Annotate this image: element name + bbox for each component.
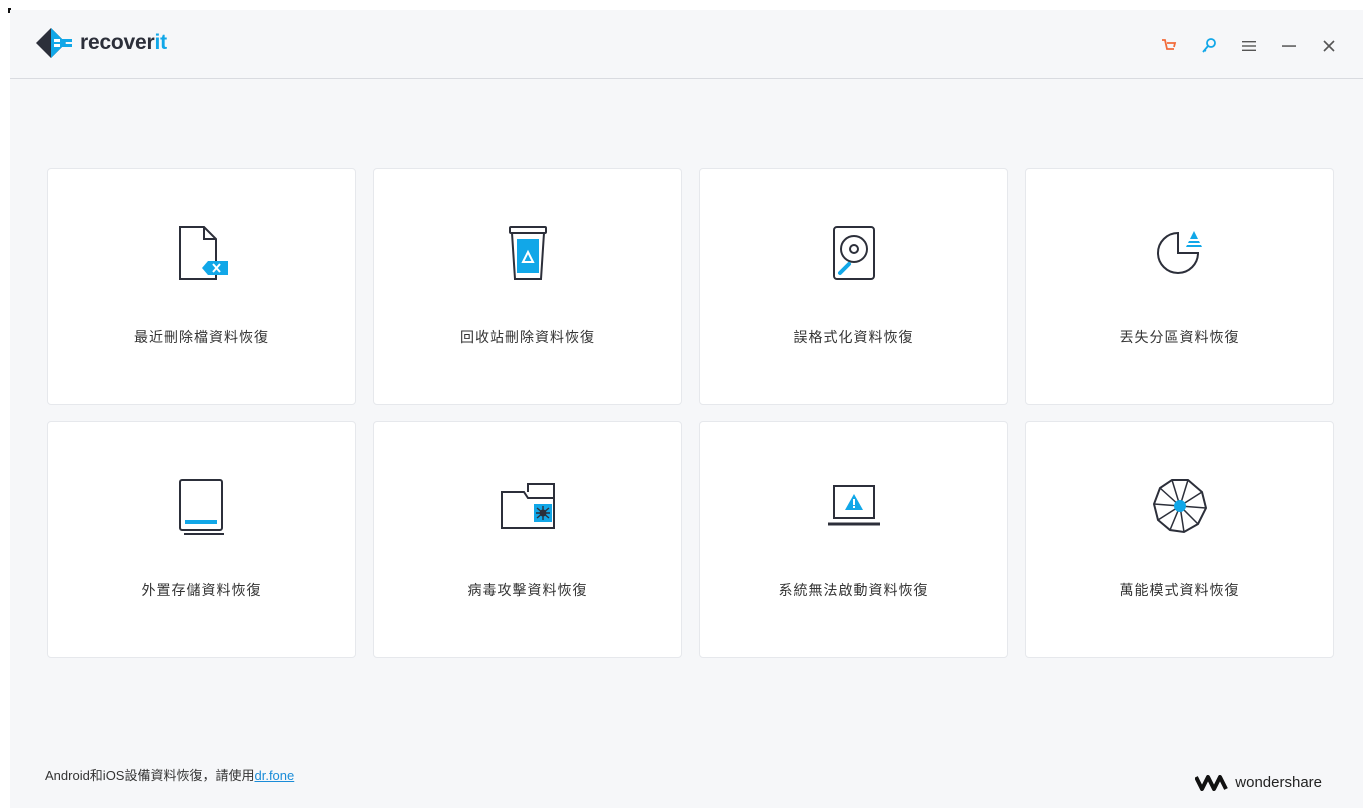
card-label: 最近刪除檔資料恢復 xyxy=(134,329,269,345)
crashed-computer-icon xyxy=(822,474,886,538)
close-button[interactable] xyxy=(1309,32,1349,60)
card-lost-partition[interactable]: 丟失分區資料恢復 xyxy=(1025,168,1334,405)
app-logo: recoverit xyxy=(34,26,167,60)
card-virus-attack[interactable]: 病毒攻擊資料恢復 xyxy=(373,421,682,658)
card-label: 系統無法啟動資料恢復 xyxy=(778,582,929,598)
card-label: 誤格式化資料恢復 xyxy=(793,329,914,345)
formatted-disk-icon xyxy=(822,221,886,285)
close-icon xyxy=(1323,40,1335,52)
virus-folder-icon xyxy=(496,474,560,538)
card-label: 回收站刪除資料恢復 xyxy=(460,329,595,345)
app-name: recoverit xyxy=(80,31,167,54)
recoverit-logo-icon xyxy=(36,28,72,58)
drfone-link[interactable]: dr.fone xyxy=(254,768,294,783)
external-device-icon xyxy=(170,474,234,538)
cart-button[interactable] xyxy=(1149,32,1189,60)
recovery-mode-grid: 最近刪除檔資料恢復 回收站刪除資料恢復 誤格式化資料恢復 丟失分區資料恢復 外置… xyxy=(47,168,1335,660)
register-button[interactable] xyxy=(1189,32,1229,60)
minimize-icon xyxy=(1282,45,1296,47)
title-bar: recoverit xyxy=(10,10,1363,79)
minimize-button[interactable] xyxy=(1269,32,1309,60)
cart-icon xyxy=(1162,39,1177,50)
card-external-device[interactable]: 外置存儲資料恢復 xyxy=(47,421,356,658)
card-all-around[interactable]: 萬能模式資料恢復 xyxy=(1025,421,1334,658)
wondershare-logo-icon xyxy=(1195,774,1229,791)
card-crashed-computer[interactable]: 系統無法啟動資料恢復 xyxy=(699,421,1008,658)
mobile-recovery-note: Android和iOS設備資料恢復，請使用dr.fone xyxy=(45,765,294,784)
wondershare-brand: wondershare xyxy=(1195,774,1322,791)
deleted-file-icon xyxy=(170,221,234,285)
card-label: 病毒攻擊資料恢復 xyxy=(467,582,588,598)
card-label: 丟失分區資料恢復 xyxy=(1119,329,1240,345)
menu-icon xyxy=(1242,41,1256,51)
app-window: recoverit 最近刪除檔資料恢復 回收站刪除資料恢復 誤格式化資料恢復 丟… xyxy=(10,10,1363,808)
card-label: 萬能模式資料恢復 xyxy=(1119,582,1240,598)
recycle-bin-icon xyxy=(496,221,560,285)
card-recent-deleted[interactable]: 最近刪除檔資料恢復 xyxy=(47,168,356,405)
lost-partition-icon xyxy=(1148,221,1212,285)
key-icon xyxy=(1202,38,1216,53)
all-around-icon xyxy=(1148,474,1212,538)
card-formatted[interactable]: 誤格式化資料恢復 xyxy=(699,168,1008,405)
card-recycle-bin[interactable]: 回收站刪除資料恢復 xyxy=(373,168,682,405)
brand-name: wondershare xyxy=(1235,774,1322,791)
menu-button[interactable] xyxy=(1229,32,1269,60)
card-label: 外置存儲資料恢復 xyxy=(141,582,262,598)
window-controls xyxy=(1149,32,1349,60)
mobile-recovery-text: Android和iOS設備資料恢復，請使用 xyxy=(45,768,255,783)
